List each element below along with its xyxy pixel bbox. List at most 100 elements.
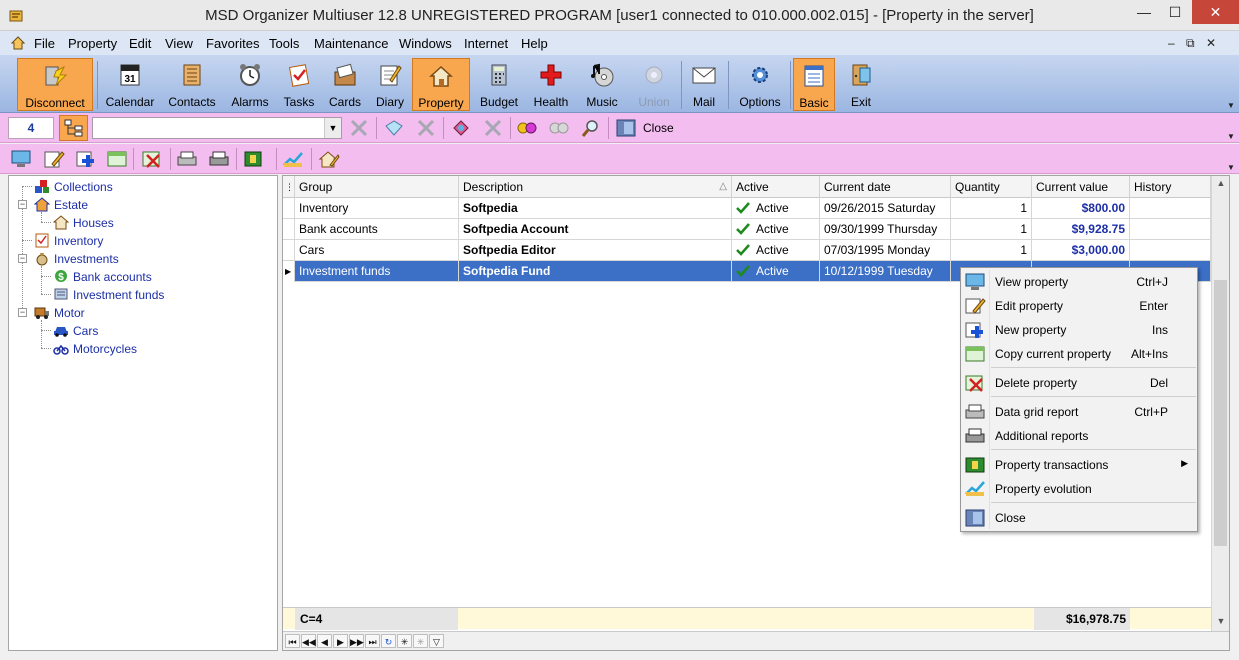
menu-file[interactable]: File [34, 36, 55, 51]
column-header-history[interactable]: History [1130, 176, 1211, 198]
table-row[interactable]: Bank accounts Softpedia Account Active 0… [283, 219, 1211, 240]
nav-prev-page-button[interactable]: ◀◀ [301, 634, 316, 648]
menu-item-view-property[interactable]: View property Ctrl+J [962, 270, 1196, 294]
column-header-current-value[interactable]: Current value [1032, 176, 1130, 198]
menu-item-close[interactable]: Close [962, 506, 1196, 530]
budget-button[interactable]: Budget [476, 58, 522, 111]
remove-filter-icon[interactable] [415, 118, 437, 138]
column-chooser-icon[interactable]: ⋮ [283, 176, 295, 198]
menu-internet[interactable]: Internet [464, 36, 508, 51]
close-window-icon[interactable] [615, 118, 637, 138]
house-edit-icon[interactable] [318, 149, 340, 169]
filter-diamond-icon[interactable] [383, 118, 405, 138]
music-button[interactable]: Music [580, 58, 624, 111]
contacts-button[interactable]: Contacts [163, 58, 221, 111]
cards-button[interactable]: Cards [325, 58, 365, 111]
nav-prev-button[interactable]: ◀ [317, 634, 332, 648]
mdi-minimize-button[interactable]: – [1168, 36, 1175, 50]
nav-next-page-button[interactable]: ▶▶ [349, 634, 364, 648]
menu-maintenance[interactable]: Maintenance [314, 36, 388, 51]
tree-node-investment-funds[interactable]: Investment funds [53, 286, 164, 304]
new-plus-icon[interactable] [75, 149, 97, 169]
minimize-button[interactable]: — [1129, 0, 1159, 24]
view-monitor-icon[interactable] [10, 149, 32, 169]
tree-node-cars[interactable]: Cars [53, 322, 98, 340]
menu-favorites[interactable]: Favorites [206, 36, 259, 51]
delete-icon[interactable] [141, 149, 163, 169]
find-colored-icon[interactable] [516, 118, 538, 138]
nav-refresh-button[interactable]: ↻ [381, 634, 396, 648]
tree-node-bank-accounts[interactable]: $ Bank accounts [53, 268, 152, 286]
transactions-icon[interactable] [243, 149, 265, 169]
table-row[interactable]: Cars Softpedia Editor Active 07/03/1995 … [283, 240, 1211, 261]
tasks-button[interactable]: Tasks [278, 58, 320, 111]
evolution-icon[interactable] [282, 149, 304, 169]
maximize-button[interactable]: ☐ [1160, 0, 1190, 24]
menu-help[interactable]: Help [521, 36, 548, 51]
bookmark-icon[interactable] [450, 118, 472, 138]
scroll-down-icon[interactable]: ▼ [1212, 616, 1230, 632]
remove-bookmark-icon[interactable] [482, 118, 504, 138]
scroll-thumb[interactable] [1214, 280, 1227, 546]
diary-button[interactable]: Diary [370, 58, 410, 111]
close-label[interactable]: Close [643, 121, 674, 135]
filterbar-overflow-arrow[interactable]: ▼ [1227, 132, 1235, 142]
close-button[interactable]: ✕ [1192, 0, 1239, 24]
nav-filter-button[interactable]: ▽ [429, 634, 444, 648]
tree-node-houses[interactable]: Houses [53, 214, 114, 232]
alarms-button[interactable]: Alarms [226, 58, 274, 111]
menu-windows[interactable]: Windows [399, 36, 452, 51]
tree-node-motorcycles[interactable]: Motorcycles [53, 340, 137, 358]
menu-item-delete-property[interactable]: Delete property Del [962, 371, 1196, 395]
mail-button[interactable]: Mail [685, 58, 723, 111]
tree-node-motor[interactable]: Motor [34, 304, 85, 322]
menu-item-copy-property[interactable]: Copy current property Alt+Ins [962, 342, 1196, 366]
menu-item-data-grid-report[interactable]: Data grid report Ctrl+P [962, 400, 1196, 424]
additional-reports-icon[interactable] [208, 149, 230, 169]
menu-item-edit-property[interactable]: Edit property Enter [962, 294, 1196, 318]
disconnect-button[interactable]: Disconnect [17, 58, 93, 111]
category-tree[interactable]: − − − Collections Estate Houses Inventor… [8, 175, 278, 651]
nav-last-button[interactable]: ⏭ [365, 634, 380, 648]
options-button[interactable]: Options [734, 58, 786, 111]
clear-filter-icon[interactable] [348, 118, 370, 138]
column-header-quantity[interactable]: Quantity [951, 176, 1032, 198]
filter-combo[interactable]: ▼ [92, 117, 342, 139]
estate-expander[interactable]: − [18, 200, 27, 209]
column-header-current-date[interactable]: Current date [820, 176, 951, 198]
mdi-close-button[interactable]: ✕ [1206, 36, 1216, 50]
menu-edit[interactable]: Edit [129, 36, 151, 51]
menu-tools[interactable]: Tools [269, 36, 299, 51]
nav-next-button[interactable]: ▶ [333, 634, 348, 648]
tree-node-investments[interactable]: Investments [34, 250, 119, 268]
basic-button[interactable]: Basic [793, 58, 835, 111]
nav-delete-button[interactable]: ✳ [413, 634, 428, 648]
copy-record-icon[interactable] [106, 149, 128, 169]
menu-item-new-property[interactable]: New property Ins [962, 318, 1196, 342]
menu-item-additional-reports[interactable]: Additional reports [962, 424, 1196, 448]
tree-node-collections[interactable]: Collections [34, 178, 113, 196]
tree-node-estate[interactable]: Estate [34, 196, 88, 214]
investments-expander[interactable]: − [18, 254, 27, 263]
toolbar-overflow-arrow[interactable]: ▼ [1227, 101, 1235, 111]
tree-view-toggle[interactable] [59, 115, 88, 141]
column-header-active[interactable]: Active [732, 176, 820, 198]
calendar-button[interactable]: 31 Calendar [103, 58, 157, 111]
find-next-icon[interactable] [548, 118, 570, 138]
column-header-group[interactable]: Group [295, 176, 459, 198]
column-header-description[interactable]: Description △ [459, 176, 732, 198]
actionbar-overflow-arrow[interactable]: ▼ [1227, 163, 1235, 173]
menu-view[interactable]: View [165, 36, 193, 51]
scroll-up-icon[interactable]: ▲ [1212, 178, 1230, 194]
nav-first-button[interactable]: ⏮ [285, 634, 300, 648]
nav-insert-button[interactable]: ✳ [397, 634, 412, 648]
property-button[interactable]: Property [412, 58, 470, 111]
grid-vertical-scrollbar[interactable]: ▲ ▼ [1211, 176, 1229, 633]
mdi-restore-button[interactable]: ⧉ [1186, 36, 1195, 51]
tree-node-inventory[interactable]: Inventory [34, 232, 103, 250]
home-icon[interactable] [10, 35, 26, 51]
menu-item-property-evolution[interactable]: Property evolution [962, 477, 1196, 501]
health-button[interactable]: Health [529, 58, 573, 111]
menu-property[interactable]: Property [68, 36, 117, 51]
printer-icon[interactable] [176, 149, 198, 169]
